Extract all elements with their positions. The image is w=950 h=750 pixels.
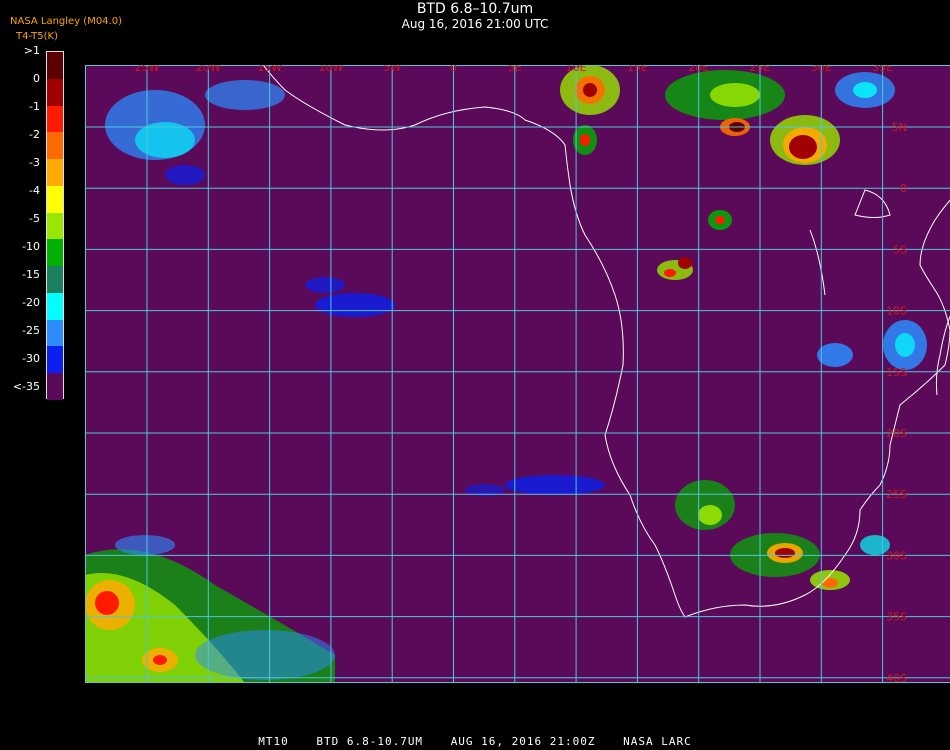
legend-label: -10 xyxy=(22,240,40,253)
footer-datetime: AUG 16, 2016 21:00Z xyxy=(450,735,596,748)
legend-swatch xyxy=(47,159,63,186)
legend-label: -15 xyxy=(22,268,40,281)
legend-label: -30 xyxy=(22,352,40,365)
legend-label: -1 xyxy=(29,100,40,113)
latitude-label: 0 xyxy=(900,182,907,195)
footer-product: BTD 6.8-10.7UM xyxy=(316,735,424,748)
longitude-label: 30E xyxy=(811,65,832,74)
footer-satellite: MT10 xyxy=(258,735,289,748)
latitude-label: 40S xyxy=(886,672,907,683)
longitude-label: 20E xyxy=(688,65,709,74)
legend-swatch xyxy=(47,105,63,133)
units-label: T4-T5(K) xyxy=(16,31,58,42)
latitude-label: 20S xyxy=(886,427,907,440)
longitude-label: 0 xyxy=(450,65,457,74)
latitude-label: 10S xyxy=(886,305,907,318)
legend-swatch xyxy=(47,52,63,79)
satellite-map: 25W 20W 15W 10W 5W 0 5E 10E 15E 20E 25E 30E 35E 5N 0 5… xyxy=(85,65,950,683)
longitude-label: 5E xyxy=(508,65,522,74)
longitude-label: 25E xyxy=(750,65,771,74)
legend-swatch xyxy=(47,266,63,293)
legend-label: -25 xyxy=(22,324,40,337)
longitude-label: 20W xyxy=(196,65,221,74)
latitude-label: 25S xyxy=(886,488,907,501)
longitude-label: 10E xyxy=(566,65,587,74)
legend-label: -4 xyxy=(29,184,40,197)
legend-swatch xyxy=(47,319,63,347)
longitude-label: 5W xyxy=(383,65,401,74)
legend-label: -20 xyxy=(22,296,40,309)
legend-label: <-35 xyxy=(12,380,40,393)
latitude-label: 30S xyxy=(886,549,907,562)
legend-label: -2 xyxy=(29,128,40,141)
latitude-label: 35S xyxy=(886,611,907,624)
image-subtitle: Aug 16, 2016 21:00 UTC xyxy=(401,17,549,31)
legend-label: >1 xyxy=(23,44,40,57)
legend-swatch xyxy=(47,212,63,240)
legend-swatch xyxy=(47,132,63,160)
legend-swatch xyxy=(47,185,63,213)
longitude-label: 25W xyxy=(135,65,160,74)
credit-label: NASA Langley (M04.0) xyxy=(10,16,122,27)
legend-label: 0 xyxy=(33,72,40,85)
legend-swatch xyxy=(47,373,63,400)
longitude-label: 35E xyxy=(872,65,893,74)
legend-label: -5 xyxy=(29,212,40,225)
legend-label: -3 xyxy=(29,156,40,169)
longitude-label: 10W xyxy=(318,65,343,74)
latitude-label: 15S xyxy=(886,366,907,379)
footer-caption: MT10 BTD 6.8-10.7UM AUG 16, 2016 21:00Z … xyxy=(0,735,950,748)
longitude-label: 15E xyxy=(627,65,648,74)
image-title: BTD 6.8–10.7um xyxy=(416,1,534,17)
color-legend xyxy=(46,51,64,400)
latitude-label: 5N xyxy=(892,121,907,134)
legend-swatch xyxy=(47,78,63,106)
footer-source: NASA LARC xyxy=(623,735,692,748)
longitude-label: 15W xyxy=(257,65,282,74)
legend-swatch xyxy=(47,292,63,320)
legend-swatch xyxy=(47,346,63,374)
legend-swatch xyxy=(47,239,63,267)
latitude-label: 5S xyxy=(893,243,907,256)
